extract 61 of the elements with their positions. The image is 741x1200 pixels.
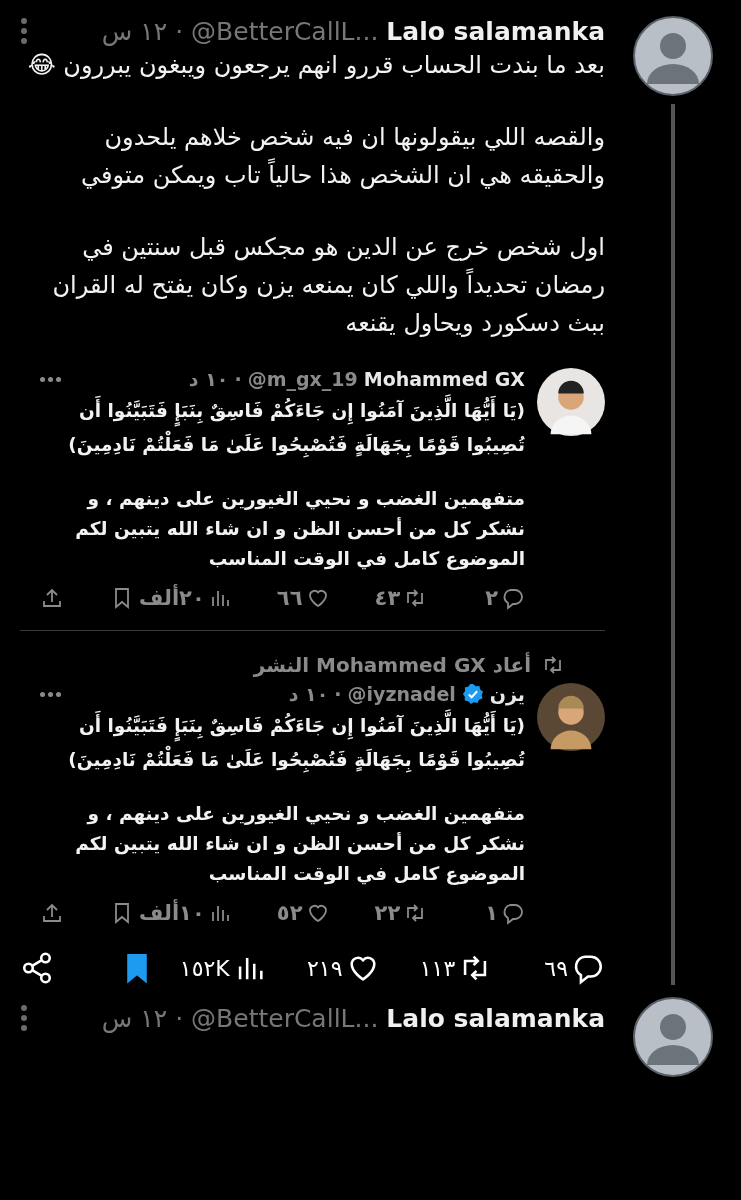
repost-note: أعاد Mohammed GX النشر bbox=[253, 653, 531, 677]
post-text: (يَا أَيُّهَا الَّذِينَ آمَنُوا إِن جَاءَكُمْ فَاسِقٌ بِنَبَإٍ فَتَبَيَّنُوا أَن تُصِيبُوا قَوْمًا بِجَهَالَةٍ فَتُصْبِحُوا عَلَىٰ مَا فَعَلْتُمْ نَادِمِينَ) bbox=[40, 394, 525, 462]
author-name[interactable]: Lalo salamanka bbox=[386, 1003, 605, 1033]
separator-dot: · bbox=[175, 16, 184, 46]
post-text: متفهمين الغضب و نحيي الغيورين على دينهم ، و نشكر كل من أحسن الظن و ان شاء الله يتبين لكم الموضوع كامل في الوقت المناسب bbox=[74, 802, 525, 887]
repost-button[interactable]: ١١٣ bbox=[419, 951, 493, 985]
more-icon[interactable] bbox=[40, 691, 61, 697]
repost-button[interactable]: ٢٢ bbox=[374, 901, 428, 925]
user-handle[interactable]: @BetterCallL... bbox=[191, 16, 379, 46]
share-icon[interactable] bbox=[40, 586, 64, 610]
more-icon[interactable] bbox=[20, 1003, 28, 1033]
like-button[interactable]: ٥٢ bbox=[276, 901, 330, 925]
separator-dot: · bbox=[334, 683, 342, 705]
avatar[interactable] bbox=[537, 683, 605, 751]
views-button[interactable]: ١٥٢K bbox=[179, 951, 267, 985]
post-time[interactable]: ١٢ س bbox=[101, 16, 168, 46]
user-handle[interactable]: @BetterCallL... bbox=[191, 1003, 379, 1033]
repost-button[interactable]: ٤٣ bbox=[374, 586, 428, 610]
views-button[interactable]: ٢٠ألف bbox=[139, 586, 232, 610]
repost-count: ١١٣ bbox=[419, 955, 456, 981]
views-button[interactable]: ١٠ألف bbox=[139, 901, 232, 925]
author-name[interactable]: يزن bbox=[489, 683, 525, 705]
like-button[interactable]: ٦٦ bbox=[276, 586, 330, 610]
reply-button[interactable]: ١ bbox=[485, 901, 525, 925]
user-handle[interactable]: @m_gx_19 bbox=[247, 368, 358, 390]
reply-button[interactable]: ٢ bbox=[485, 586, 525, 610]
user-handle[interactable]: @iyznadel bbox=[347, 683, 456, 705]
repost-count: ٤٣ bbox=[374, 586, 401, 610]
separator-dot: · bbox=[234, 368, 242, 390]
post-text: بعد ما بندت الحساب قررو انهم يرجعون ويبغون يبررون 😂 bbox=[26, 50, 605, 81]
post-text: والقصه اللي بيقولونها ان فيه شخص خلاهم يلحدون والحقيقه هي ان الشخص هذا حالياً تاب ويمكن متوفي bbox=[80, 122, 605, 191]
reply-count: ٢ bbox=[485, 586, 498, 610]
post-time[interactable]: ١٢ س bbox=[101, 1003, 168, 1033]
more-icon[interactable] bbox=[40, 376, 61, 382]
post-time[interactable]: ١٠ د bbox=[188, 368, 229, 390]
reply-count: ١ bbox=[485, 901, 498, 925]
repost-count: ٢٢ bbox=[374, 901, 401, 925]
share-icon[interactable] bbox=[40, 901, 64, 925]
avatar[interactable] bbox=[537, 368, 605, 436]
avatar[interactable] bbox=[633, 997, 713, 1077]
more-icon[interactable] bbox=[20, 16, 28, 46]
share-icon[interactable] bbox=[20, 951, 54, 985]
reply-count: ٦٩ bbox=[544, 955, 568, 981]
post-time[interactable]: ١٠ د bbox=[288, 683, 329, 705]
views-count: ١٠ألف bbox=[139, 901, 205, 925]
views-count: ٢٠ألف bbox=[139, 586, 205, 610]
views-count: ١٥٢K bbox=[179, 955, 230, 981]
author-name[interactable]: Lalo salamanka bbox=[386, 16, 605, 46]
post-text: متفهمين الغضب و نحيي الغيورين على دينهم ، و نشكر كل من أحسن الظن و ان شاء الله يتبين لكم الموضوع كامل في الوقت المناسب bbox=[74, 487, 525, 572]
avatar[interactable] bbox=[633, 16, 713, 96]
reply-icon[interactable] bbox=[501, 901, 525, 925]
post-text: اول شخص خرج عن الدين هو مجكس قبل سنتين في رمضان تحديداً واللي كان يمنعه يزن وكان يفتح له القران ببث دسكورد ويحاول يقنعه bbox=[51, 232, 605, 339]
like-button[interactable]: ٢١٩ bbox=[307, 951, 380, 985]
reply-button[interactable]: ٦٩ bbox=[544, 951, 605, 985]
like-count: ٥٢ bbox=[276, 901, 303, 925]
reply-icon[interactable] bbox=[501, 586, 525, 610]
like-count: ٢١٩ bbox=[307, 955, 343, 981]
like-count: ٦٦ bbox=[276, 586, 303, 610]
author-name[interactable]: Mohammed GX bbox=[363, 368, 525, 390]
separator-dot: · bbox=[175, 1003, 184, 1033]
post-text: (يَا أَيُّهَا الَّذِينَ آمَنُوا إِن جَاءَكُمْ فَاسِقٌ بِنَبَإٍ فَتَبَيَّنُوا أَن تُصِيبُوا قَوْمًا بِجَهَالَةٍ فَتُصْبِحُوا عَلَىٰ مَا فَعَلْتُمْ نَادِمِينَ) bbox=[40, 709, 525, 777]
